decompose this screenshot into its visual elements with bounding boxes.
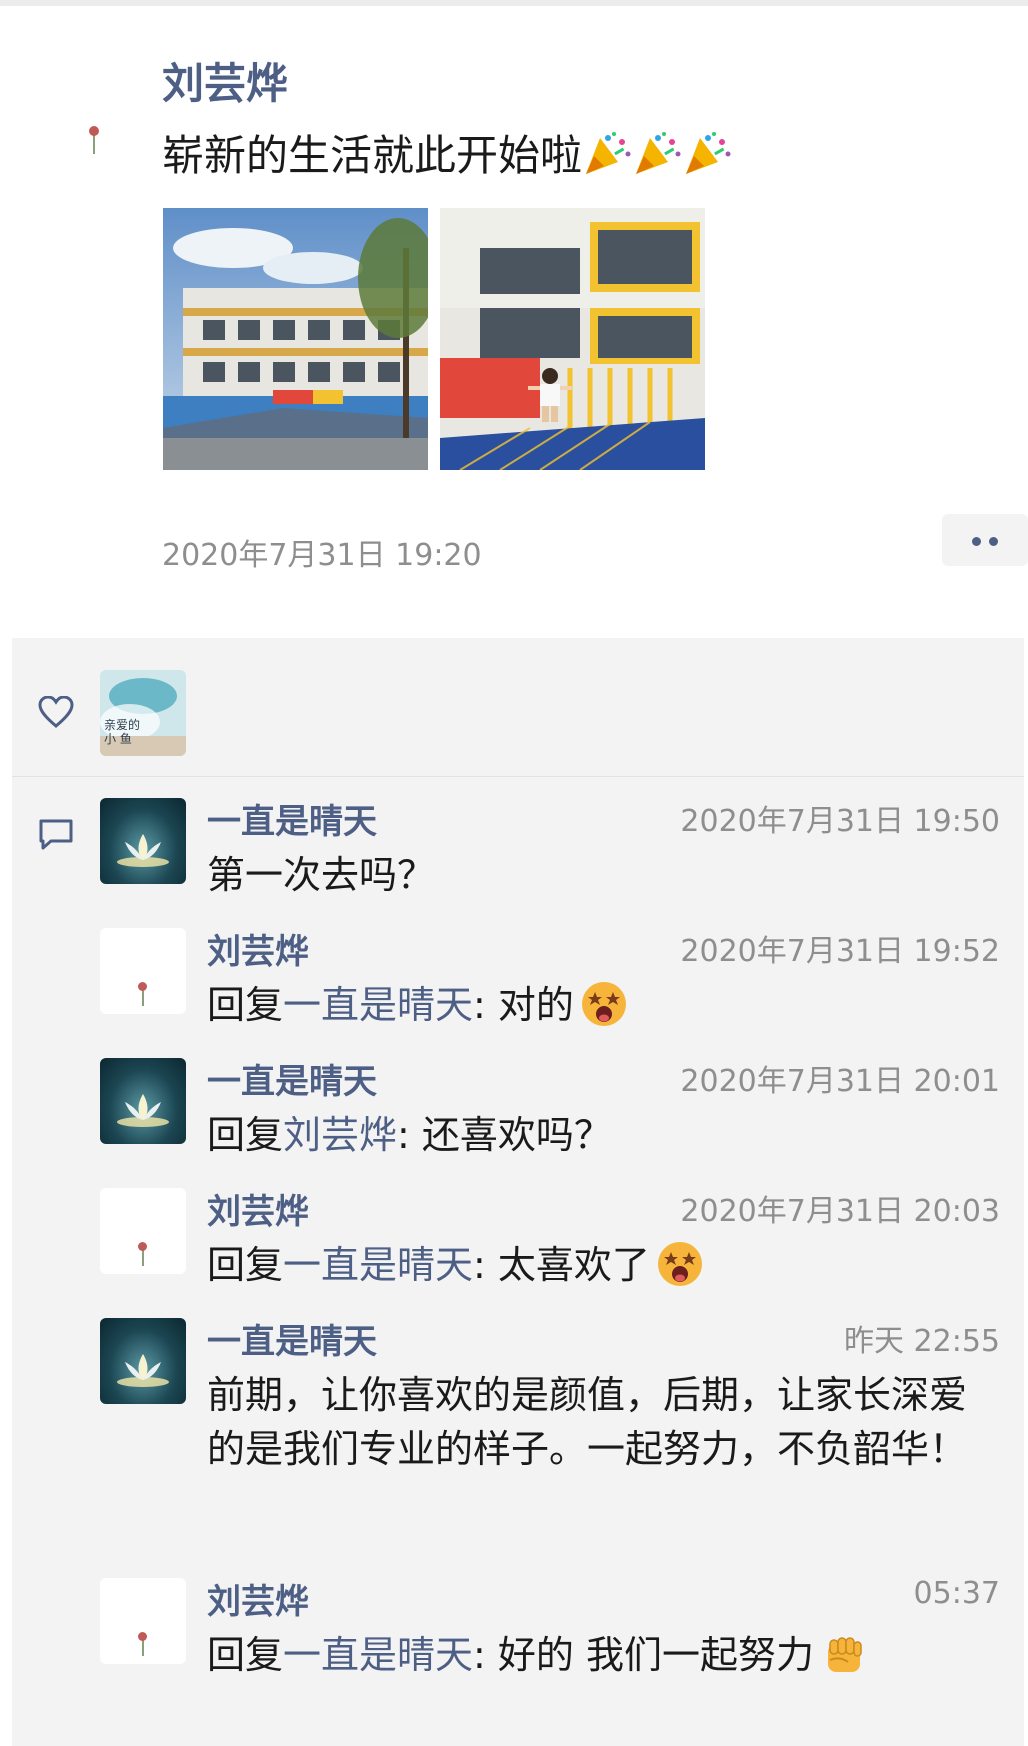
commenter-name[interactable]: 一直是晴天: [207, 794, 377, 843]
party-popper-emojis: [584, 131, 734, 180]
star-struck-emoji-icon: [581, 982, 626, 1026]
comment-body: 第一次去吗？: [207, 853, 436, 897]
rose-stem: [93, 134, 95, 154]
liker-avatar[interactable]: 亲爱的 小 鱼: [100, 670, 186, 756]
likes-row: 亲爱的 小 鱼: [12, 638, 1024, 776]
comment-body: : 好的 我们一起努力: [473, 1633, 814, 1677]
comment-text: 前期，让你喜欢的是颜值，后期，让家长深爱的是我们专业的样子。一起努力，不负韶华！: [207, 1368, 1000, 1476]
rose-head: [89, 126, 99, 136]
post-text-body: 崭新的生活就此开始啦: [162, 131, 583, 180]
lotus-icon: [117, 1354, 169, 1387]
liker-avatar-text-line: 小 鱼: [104, 732, 132, 746]
rose-head: [138, 1632, 147, 1641]
commenter-avatar[interactable]: [100, 798, 186, 884]
comment-text: 回复一直是晴天: 对的: [207, 978, 1000, 1032]
commenter-name[interactable]: 一直是晴天: [207, 1054, 377, 1103]
comment-time: 05:37: [913, 1576, 1000, 1611]
likes-divider: [12, 776, 1024, 777]
comment-body: : 对的: [473, 983, 574, 1027]
post-author-avatar[interactable]: [52, 88, 136, 172]
comments-panel: 亲爱的 小 鱼 一直是晴天 2020年7月31日 19:50 第一次去吗？ 刘芸…: [12, 638, 1024, 1746]
comment-time: 2020年7月31日 19:50: [680, 804, 1000, 839]
comment-time: 昨天 22:55: [844, 1324, 1000, 1359]
comment-body: : 太喜欢了: [473, 1243, 650, 1287]
reply-prefix: 回复: [207, 1113, 284, 1157]
post-timestamp: 2020年7月31日 19:20: [162, 538, 482, 573]
lotus-icon: [117, 834, 169, 867]
commenter-avatar[interactable]: [100, 1578, 186, 1664]
lotus-icon: [117, 1094, 169, 1127]
fist-emoji-icon: [828, 1637, 862, 1672]
reply-target-name[interactable]: 一直是晴天: [283, 983, 473, 1027]
reply-prefix: 回复: [207, 1243, 284, 1287]
party-popper-icon: [586, 132, 631, 174]
liker-avatar-text: 亲爱的 小 鱼: [104, 718, 140, 746]
party-popper-icon: [686, 132, 731, 174]
more-options-button[interactable]: [942, 514, 1028, 566]
comment-text: 第一次去吗？: [207, 848, 1000, 902]
star-struck-emoji-icon: [657, 1242, 702, 1286]
comment-time: 2020年7月31日 20:01: [680, 1064, 1000, 1099]
reply-target-name[interactable]: 一直是晴天: [283, 1633, 473, 1677]
reply-prefix: 回复: [207, 1633, 284, 1677]
comment-body: 前期，让你喜欢的是颜值，后期，让家长深爱的是我们专业的样子。一起努力，不负韶华！: [207, 1373, 968, 1471]
post-photo-building[interactable]: [163, 208, 428, 470]
party-popper-icon: [636, 132, 681, 174]
reply-target-name[interactable]: 一直是晴天: [283, 1243, 473, 1287]
comment-body: : 还喜欢吗？: [397, 1113, 612, 1157]
comment-text: 回复一直是晴天: 太喜欢了: [207, 1238, 1000, 1292]
comment-time: 2020年7月31日 20:03: [680, 1194, 1000, 1229]
rose-head: [138, 1242, 147, 1251]
comment-icon: [39, 819, 73, 850]
heart-icon: [38, 696, 74, 728]
more-dot-icon: [972, 537, 981, 546]
comment-text: 回复一直是晴天: 好的 我们一起努力: [207, 1628, 1000, 1682]
commenter-name[interactable]: 一直是晴天: [207, 1314, 377, 1363]
comment-time: 2020年7月31日 19:52: [680, 934, 1000, 969]
post-photo-child[interactable]: [440, 208, 705, 470]
post-author-name[interactable]: 刘芸烨: [162, 50, 288, 111]
top-divider: [0, 0, 1028, 6]
commenter-name[interactable]: 刘芸烨: [207, 1574, 309, 1623]
liker-avatar-text-line: 亲爱的: [104, 718, 141, 732]
rose-head: [138, 982, 147, 991]
post-text: 崭新的生活就此开始啦: [162, 122, 734, 183]
reply-prefix: 回复: [207, 983, 284, 1027]
comment-text: 回复刘芸烨: 还喜欢吗？: [207, 1108, 1000, 1162]
commenter-avatar[interactable]: [100, 1188, 186, 1274]
reply-target-name[interactable]: 刘芸烨: [283, 1113, 397, 1157]
commenter-name[interactable]: 刘芸烨: [207, 1184, 309, 1233]
commenter-avatar[interactable]: [100, 1058, 186, 1144]
more-dot-icon: [989, 537, 998, 546]
commenter-avatar[interactable]: [100, 928, 186, 1014]
commenter-name[interactable]: 刘芸烨: [207, 924, 309, 973]
commenter-avatar[interactable]: [100, 1318, 186, 1404]
